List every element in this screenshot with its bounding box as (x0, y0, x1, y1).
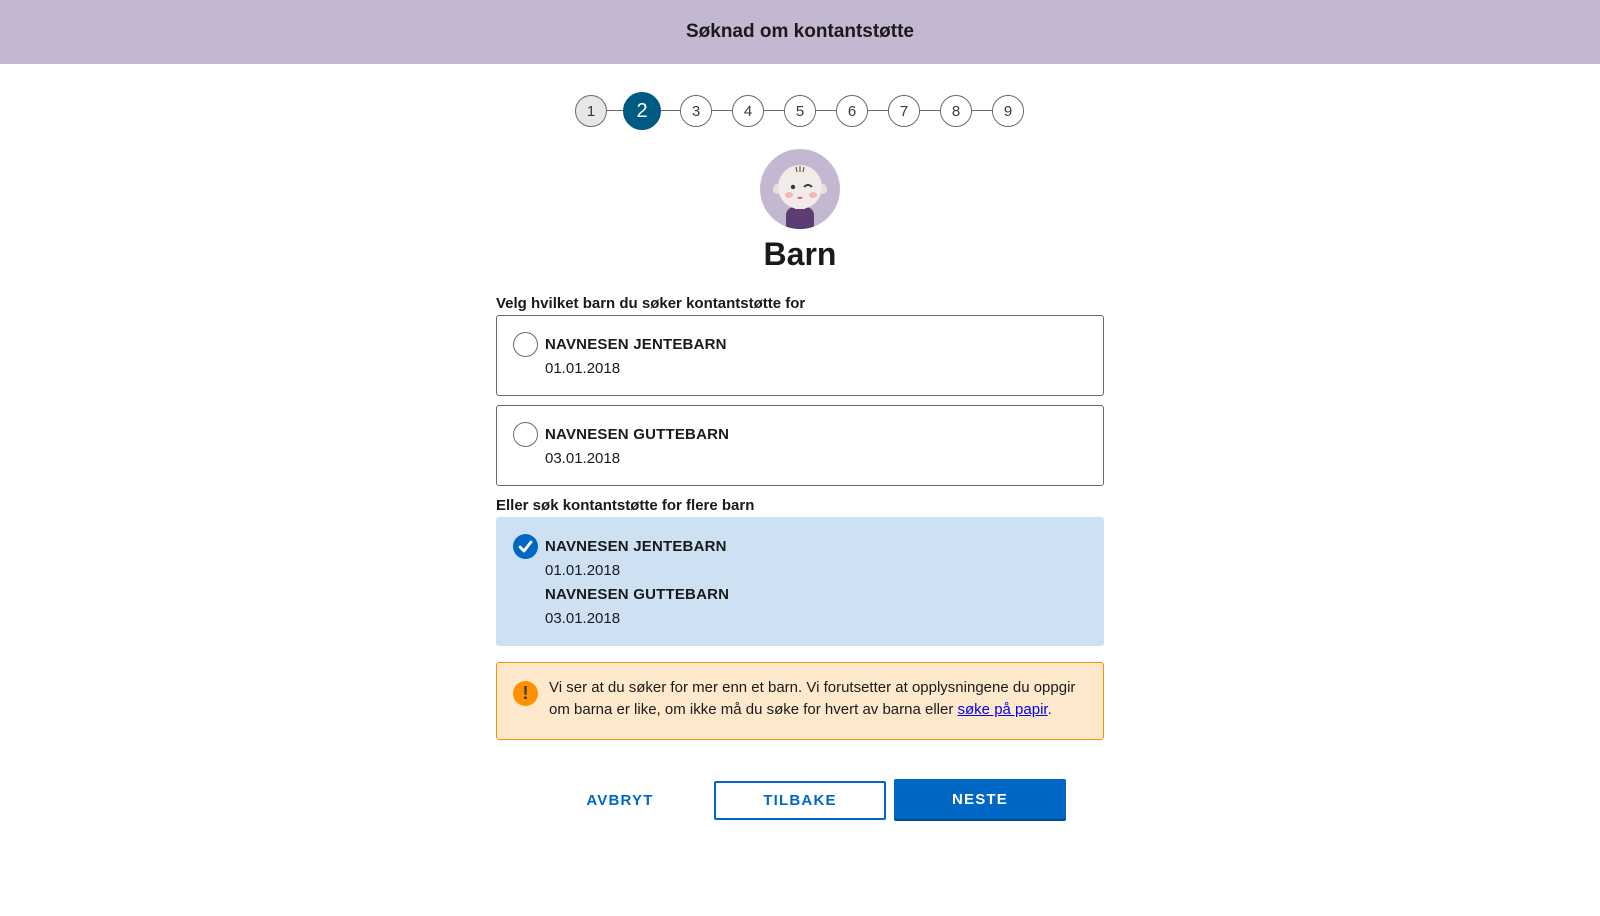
baby-avatar-icon (760, 149, 840, 229)
radio-button[interactable] (513, 422, 538, 447)
child-name: NAVNESEN JENTEBARN (545, 336, 727, 353)
warning-icon: ! (513, 681, 538, 706)
step-4: 4 (732, 95, 764, 127)
checkmark-icon[interactable] (513, 534, 538, 559)
cancel-button[interactable]: AVBRYT (560, 781, 680, 819)
app-title: Søknad om kontantstøtte (685, 21, 914, 42)
alert-text: Vi ser at du søker for mer enn et barn. … (549, 677, 1094, 721)
page-title: Barn (763, 236, 837, 272)
next-button[interactable]: NESTE (894, 779, 1066, 819)
app-banner: Søknad om kontantstøtte (0, 0, 1600, 64)
step-2-current: 2 (623, 92, 661, 130)
step-9: 9 (992, 95, 1024, 127)
step-5: 5 (784, 95, 816, 127)
child-name: NAVNESEN GUTTEBARN (545, 426, 730, 443)
child-name: NAVNESEN GUTTEBARN (545, 586, 730, 603)
warning-alert: ! Vi ser at du søker for mer enn et barn… (496, 662, 1104, 740)
single-choice-label: Velg hvilket barn du søker kontantstøtte… (496, 295, 806, 312)
step-1[interactable]: 1 (575, 95, 607, 127)
alert-punctuation: . (1047, 701, 1052, 718)
step-7: 7 (888, 95, 920, 127)
child-option-guttebarn[interactable]: NAVNESEN GUTTEBARN 03.01.2018 (496, 405, 1104, 486)
paper-application-link[interactable]: søke på papir (958, 701, 1048, 718)
back-button[interactable]: TILBAKE (714, 781, 886, 820)
child-birthdate: 01.01.2018 (545, 562, 621, 579)
progress-stepper: 1 2 3 4 5 6 7 8 9 (575, 92, 1025, 130)
child-name: NAVNESEN JENTEBARN (545, 538, 727, 555)
multi-choice-label: Eller søk kontantstøtte for flere barn (496, 497, 755, 514)
child-birthdate: 03.01.2018 (545, 610, 621, 627)
step-3: 3 (680, 95, 712, 127)
radio-button[interactable] (513, 332, 538, 357)
step-6: 6 (836, 95, 868, 127)
child-birthdate: 01.01.2018 (545, 360, 621, 377)
step-8: 8 (940, 95, 972, 127)
child-option-both[interactable]: NAVNESEN JENTEBARN 01.01.2018 NAVNESEN G… (496, 517, 1104, 646)
child-option-jentebarn[interactable]: NAVNESEN JENTEBARN 01.01.2018 (496, 315, 1104, 396)
child-birthdate: 03.01.2018 (545, 450, 621, 467)
